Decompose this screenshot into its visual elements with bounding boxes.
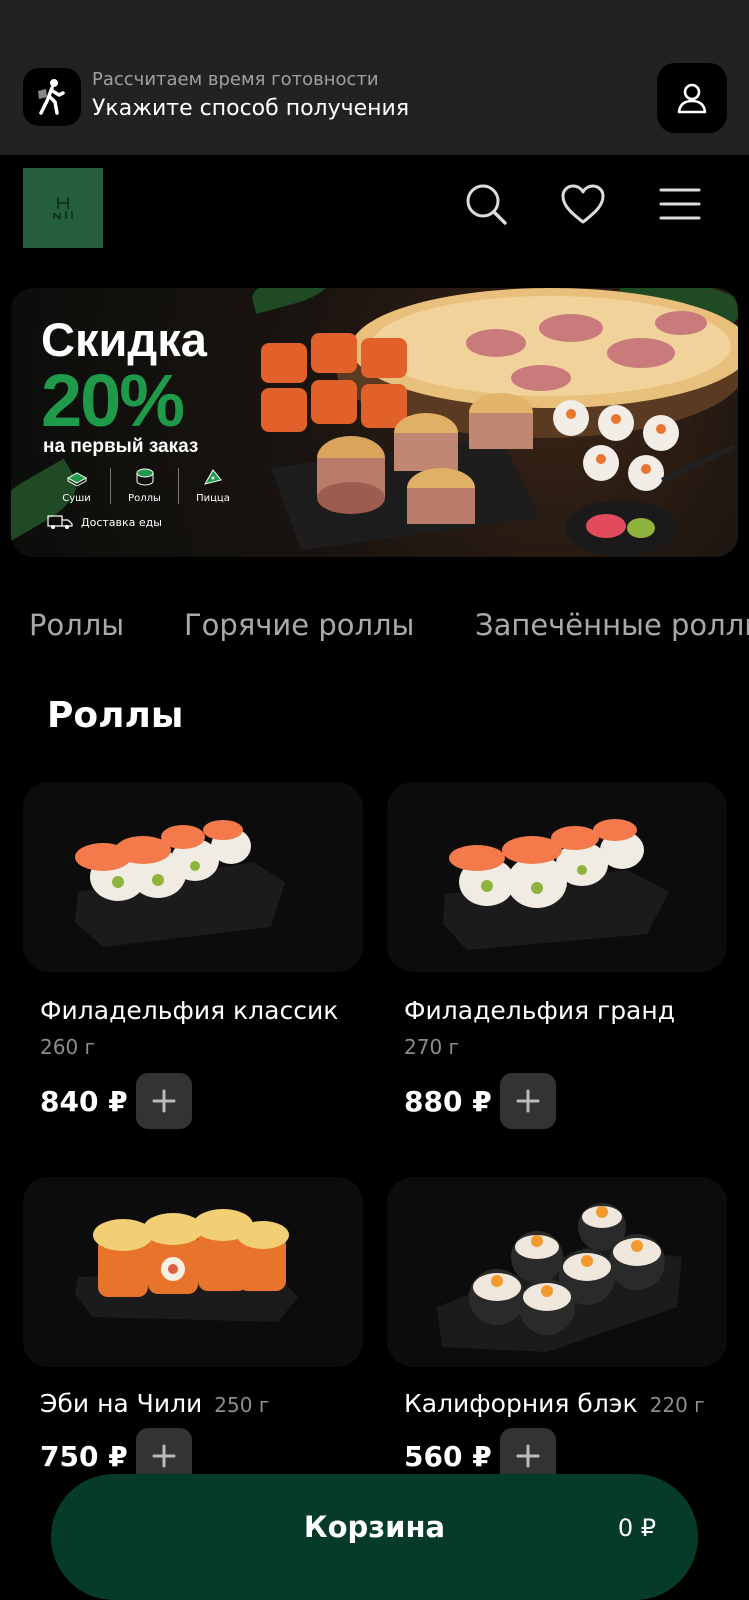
name-weight-row: Эби на Чили 250 г <box>40 1389 363 1418</box>
logo-mark <box>48 191 78 226</box>
cart-button[interactable]: Корзина 0 ₽ <box>51 1474 698 1600</box>
menu-icon[interactable] <box>655 179 705 229</box>
promo-banner[interactable]: Скидка 20% на первый заказ Суши Роллы Пи… <box>11 288 738 557</box>
plus-icon <box>516 1089 540 1113</box>
product-price: 840 ₽ <box>40 1084 128 1118</box>
add-to-cart-button[interactable] <box>499 1073 556 1129</box>
product-name[interactable]: Филадельфия классик <box>40 996 363 1025</box>
product-image[interactable] <box>387 1177 727 1367</box>
section-title: Роллы <box>47 695 184 736</box>
product-info: Калифорния блэк 220 г 560 ₽ <box>387 1389 727 1484</box>
plus-icon <box>516 1444 540 1468</box>
product-price: 750 ₽ <box>40 1439 128 1473</box>
pizza-icon <box>203 468 223 490</box>
product-name[interactable]: Филадельфия гранд <box>404 996 727 1025</box>
promo-category-sushi: Суши <box>43 468 111 504</box>
promo-category-pizza: Пицца <box>179 468 247 504</box>
product-card[interactable]: Филадельфия гранд 270 г 880 ₽ <box>387 782 727 1129</box>
product-image[interactable] <box>23 782 363 972</box>
delivery-texts: Рассчитаем время готовности Укажите спос… <box>92 68 409 124</box>
product-info: Филадельфия классик 260 г 840 ₽ <box>23 996 363 1129</box>
truck-icon <box>47 515 73 529</box>
product-weight: 220 г <box>649 1393 705 1417</box>
promo-category-label: Роллы <box>128 493 161 504</box>
sushi-icon <box>66 468 88 490</box>
profile-button[interactable] <box>657 63 727 133</box>
status-bar <box>0 0 749 60</box>
product-card[interactable]: Филадельфия классик 260 г 840 ₽ <box>23 782 363 1129</box>
cart-total: 0 ₽ <box>617 1514 656 1542</box>
delivery-method-bar[interactable]: Рассчитаем время готовности Укажите спос… <box>0 60 749 155</box>
product-name[interactable]: Калифорния блэк <box>404 1389 638 1418</box>
promo-subtitle: на первый заказ <box>43 436 199 457</box>
product-image[interactable] <box>387 782 727 972</box>
product-name[interactable]: Эби на Чили <box>40 1389 202 1418</box>
product-weight: 270 г <box>404 1035 460 1059</box>
product-image[interactable] <box>23 1177 363 1367</box>
add-to-cart-button[interactable] <box>135 1073 192 1129</box>
tab-rolls[interactable]: Роллы <box>29 608 124 642</box>
product-info: Эби на Чили 250 г 750 ₽ <box>23 1389 363 1484</box>
price-row: 840 ₽ <box>40 1073 363 1129</box>
tab-hot-rolls[interactable]: Горячие роллы <box>184 608 414 642</box>
price-row: 880 ₽ <box>404 1073 727 1129</box>
tab-baked-rolls[interactable]: Запечённые роллы <box>475 608 749 642</box>
walking-person-icon <box>23 68 81 126</box>
plus-icon <box>152 1444 176 1468</box>
user-icon <box>677 83 707 114</box>
delivery-subtitle: Рассчитаем время готовности <box>92 69 379 90</box>
logo[interactable] <box>23 168 103 248</box>
cart-label: Корзина <box>303 1510 446 1544</box>
roll-icon <box>135 468 155 490</box>
delivery-title[interactable]: Укажите способ получения <box>92 94 409 124</box>
product-price: 880 ₽ <box>404 1084 492 1118</box>
product-weight: 250 г <box>214 1393 270 1417</box>
food-illustration <box>261 288 738 556</box>
product-weight: 260 г <box>40 1035 96 1059</box>
category-tabs: Роллы Горячие роллы Запечённые роллы <box>0 600 749 650</box>
promo-delivery: Доставка еды <box>47 514 162 530</box>
promo-categories: Суши Роллы Пицца <box>43 468 247 504</box>
product-card[interactable]: Калифорния блэк 220 г 560 ₽ <box>387 1177 727 1484</box>
promo-delivery-text: Доставка еды <box>81 515 162 529</box>
search-icon[interactable] <box>461 179 511 229</box>
promo-percent: 20% <box>41 359 185 442</box>
product-price: 560 ₽ <box>404 1439 492 1473</box>
promo-category-label: Суши <box>62 493 91 504</box>
product-info: Филадельфия гранд 270 г 880 ₽ <box>387 996 727 1129</box>
favorites-heart-icon[interactable] <box>558 179 608 229</box>
promo-category-rolls: Роллы <box>111 468 179 504</box>
promo-category-label: Пицца <box>196 493 230 504</box>
header <box>0 155 749 265</box>
plus-icon <box>152 1089 176 1113</box>
name-weight-row: Калифорния блэк 220 г <box>404 1389 727 1418</box>
product-card[interactable]: Эби на Чили 250 г 750 ₽ <box>23 1177 363 1484</box>
